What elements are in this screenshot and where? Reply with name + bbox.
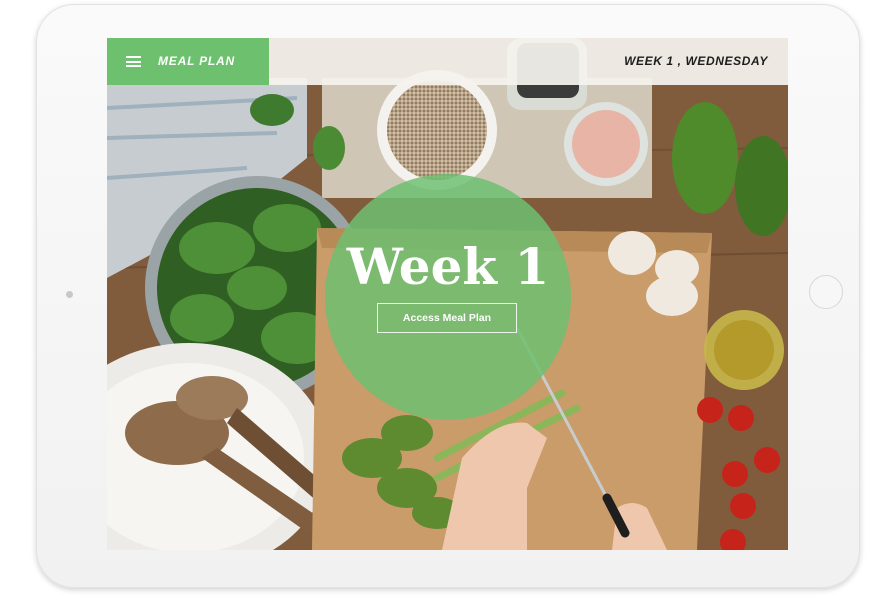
app-screen: MEAL PLAN WEEK 1 , WEDNESDAY Week 1 Acce… [107,38,788,550]
week-hero-circle: Week 1 Access Meal Plan [325,174,571,420]
menu-title: MEAL PLAN [158,54,235,68]
top-bar: MEAL PLAN WEEK 1 , WEDNESDAY [107,38,788,85]
week-day-label: WEEK 1 , WEDNESDAY [624,54,768,68]
week-title: Week 1 [346,237,550,296]
menu-button[interactable]: MEAL PLAN [107,38,269,85]
access-meal-plan-button[interactable]: Access Meal Plan [377,303,517,333]
hamburger-icon[interactable] [126,56,141,67]
camera-icon [66,291,73,298]
home-button[interactable] [809,275,843,309]
